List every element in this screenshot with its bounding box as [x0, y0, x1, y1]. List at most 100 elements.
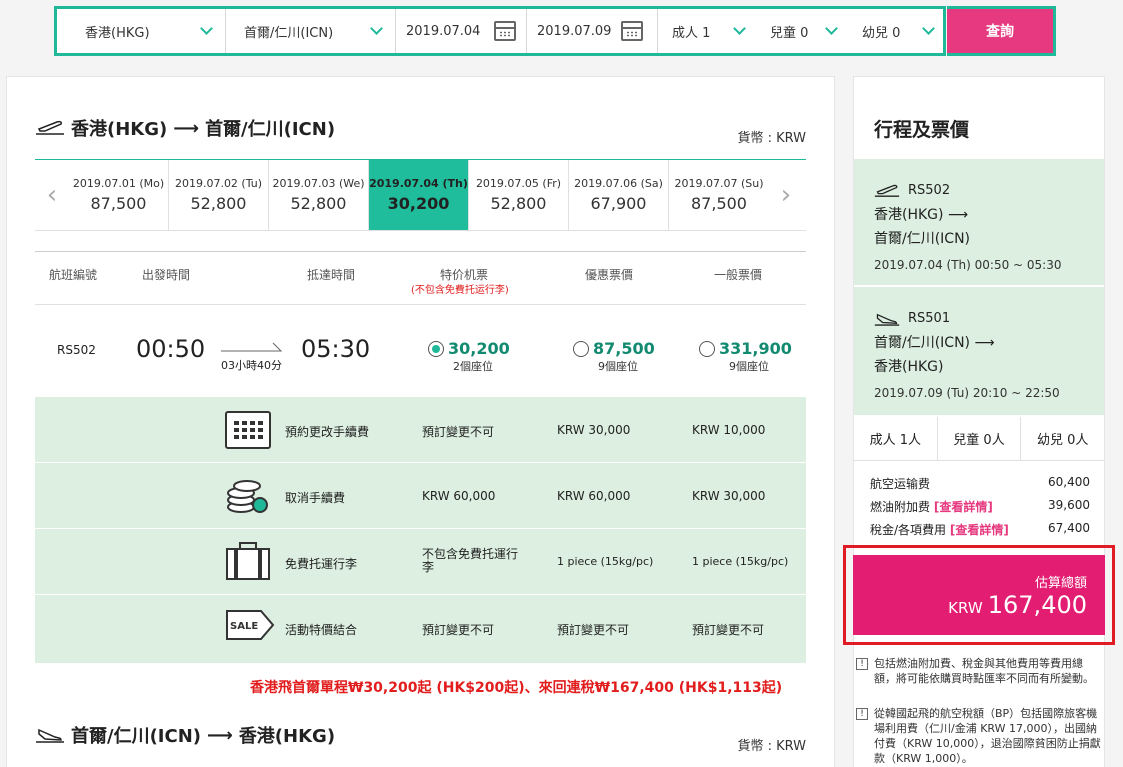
total-currency: KRW — [948, 598, 983, 617]
normal-fare-option[interactable]: 331,900 9個座位 — [699, 339, 809, 374]
col-normal-fare: 一般票價 — [714, 268, 763, 282]
normal-fare-radio[interactable] — [699, 340, 715, 357]
date-price: 52,800 — [290, 194, 347, 213]
depart-date-value: 2019.07.04 — [406, 23, 481, 39]
flight-number: RS502 — [57, 343, 96, 357]
date-price: 87,500 — [691, 194, 747, 213]
outbound-route-title: 香港(HKG) ⟶ 首爾/仁川(ICN) — [35, 115, 335, 141]
next-dates-arrow-icon[interactable]: › — [769, 160, 803, 230]
discount-fare-price: 87,500 — [593, 339, 655, 358]
discount-fare-radio[interactable] — [573, 340, 589, 357]
rule-special: 不包含免費托運行李 — [422, 547, 519, 574]
flight-table-header: 航班編號 出發時間 抵達時間 特价机票 (不包含免費托运行李) 優惠票價 一般票… — [35, 251, 806, 305]
luggage-icon — [225, 541, 271, 581]
infants-select[interactable]: 幼兒 0 — [844, 9, 943, 53]
takeoff-icon — [36, 120, 64, 135]
discount-fare-option[interactable]: 87,500 9個座位 — [573, 339, 683, 374]
date-label: 2019.07.06 (Sa) — [574, 177, 663, 190]
flight-row: RS502 00:50 03小時40分 05:30 30,200 2個座位 87… — [35, 305, 806, 397]
rule-normal: 1 piece (15kg/pc) — [692, 555, 789, 568]
search-button[interactable]: 查詢 — [947, 6, 1056, 56]
route-arrow-icon: ⟶ — [173, 117, 200, 139]
special-fare-option[interactable]: 30,200 2個座位 — [428, 339, 538, 374]
col-special-fare-note: (不包含免費托运行李) — [411, 285, 509, 296]
fare-rules-table: 預約更改手續費 預訂變更不可 KRW 30,000 KRW 10,000 取消手… — [35, 397, 806, 663]
date-price: 87,500 — [90, 194, 147, 213]
return-route-title: 首爾/仁川(ICN) ⟶ 香港(HKG) — [35, 722, 335, 748]
search-bar: 香港(HKG) 首爾/仁川(ICN) 2019.07.04 2019.07.09… — [54, 6, 946, 56]
rule-name: 取消手續費 — [285, 491, 346, 505]
fee-details-link[interactable]: [查看詳情] — [934, 500, 993, 514]
fee-line: 航空运输费 60,400 — [870, 475, 1090, 498]
destination-value: 首爾/仁川(ICN) — [244, 25, 334, 41]
rule-discount: 1 piece (15kg/pc) — [557, 555, 654, 568]
origin-select[interactable]: 香港(HKG) — [57, 9, 226, 53]
return-date-value: 2019.07.09 — [537, 23, 612, 39]
date-label: 2019.07.07 (Su) — [674, 177, 764, 190]
normal-fare-seats: 9個座位 — [729, 360, 769, 373]
date-label: 2019.07.02 (Tu) — [174, 177, 263, 190]
col-arrival-time: 抵達時間 — [307, 268, 356, 282]
route-destination: 首爾/仁川(ICN) — [205, 119, 336, 140]
date-option[interactable]: 2019.07.07 (Su) 87,500 — [669, 160, 769, 230]
return-date-field[interactable]: 2019.07.09 — [527, 9, 658, 53]
fee-value: 67,400 — [1048, 521, 1090, 535]
date-option[interactable]: 2019.07.01 (Mo) 87,500 — [69, 160, 169, 230]
col-flight-number: 航班編號 — [49, 268, 98, 282]
route-arrow-icon: ⟶ — [974, 335, 995, 351]
leg-datetime: 2019.07.04 (Th) 00:50 ~ 05:30 — [874, 258, 1062, 272]
children-select[interactable]: 兒童 0 — [752, 9, 844, 53]
date-selector: ‹ 2019.07.01 (Mo) 87,500 2019.07.02 (Tu) 5… — [35, 159, 806, 231]
leg-flight-number: RS501 — [908, 311, 951, 326]
sale-tag-icon: SALE — [225, 609, 275, 641]
landing-icon — [874, 313, 900, 326]
date-option[interactable]: 2019.07.02 (Tu) 52,800 — [169, 160, 269, 230]
discount-fare-seats: 9個座位 — [598, 360, 638, 373]
info-icon: ! — [856, 708, 868, 720]
fee-value: 39,600 — [1048, 498, 1090, 512]
col-discount-fare: 優惠票價 — [585, 268, 634, 282]
origin-value: 香港(HKG) — [85, 25, 150, 41]
fee-value: 60,400 — [1048, 475, 1090, 489]
return-destination: 香港(HKG) — [238, 726, 336, 747]
summary-leg-outbound: RS502 香港(HKG) ⟶ 首爾/仁川(ICN) 2019.07.04 (T… — [854, 159, 1104, 285]
date-price: 52,800 — [190, 194, 247, 213]
fee-label: 燃油附加费 — [870, 500, 931, 514]
total-price: 估算總額 KRW 167,400 — [853, 555, 1105, 635]
rule-special: 預訂變更不可 — [422, 425, 495, 439]
date-option[interactable]: 2019.07.05 (Fr) 52,800 — [469, 160, 569, 230]
adults-select[interactable]: 成人 1 — [658, 9, 752, 53]
rule-normal: KRW 30,000 — [692, 489, 766, 503]
date-option[interactable]: 2019.07.03 (We) 52,800 — [269, 160, 369, 230]
fee-details-link[interactable]: [查看詳情] — [950, 523, 1009, 537]
rule-discount: KRW 30,000 — [557, 423, 631, 437]
depart-date-field[interactable]: 2019.07.04 — [396, 9, 527, 53]
landing-icon — [36, 728, 64, 743]
prev-dates-arrow-icon[interactable]: ‹ — [35, 160, 69, 230]
special-fare-radio[interactable] — [428, 340, 444, 357]
passenger-counts: 成人 1人 兒童 0人 幼兒 0人 — [854, 417, 1104, 461]
date-option[interactable]: 2019.07.06 (Sa) 67,900 — [569, 160, 669, 230]
col-departure-time: 出發時間 — [142, 268, 191, 282]
rule-normal: 預訂變更不可 — [692, 623, 765, 637]
rule-row: 取消手續費 KRW 60,000 KRW 60,000 KRW 30,000 — [35, 463, 806, 529]
date-price: 52,800 — [490, 194, 547, 213]
chevron-down-icon — [922, 22, 935, 35]
rule-special: KRW 60,000 — [422, 489, 496, 503]
children-value: 兒童 0 — [770, 25, 809, 41]
infants-value: 幼兒 0 — [862, 25, 901, 41]
leg-datetime: 2019.07.09 (Tu) 20:10 ~ 22:50 — [874, 386, 1060, 400]
date-option-selected[interactable]: 2019.07.04 (Th) 30,200 — [369, 160, 469, 230]
summary-leg-return: RS501 首爾/仁川(ICN) ⟶ 香港(HKG) 2019.07.09 (T… — [854, 287, 1104, 415]
destination-select[interactable]: 首爾/仁川(ICN) — [226, 9, 396, 53]
promo-text: 香港飛首爾單程₩30,200起 (HK$200起)、來回連稅₩167,400 (… — [250, 680, 783, 696]
takeoff-icon — [874, 184, 900, 197]
date-label: 2019.07.03 (We) — [272, 177, 365, 190]
flight-duration: 03小時40分 — [221, 359, 282, 372]
note-text: 包括燃油附加費、稅金與其他費用等費用總額，將可能依購買時點匯率不同而有所變動。 — [874, 657, 1094, 685]
coins-icon — [225, 477, 271, 515]
total-amount: 167,400 — [987, 590, 1087, 619]
rule-row: 預約更改手續費 預訂變更不可 KRW 30,000 KRW 10,000 — [35, 397, 806, 463]
rule-name: 活動特價結合 — [285, 623, 358, 637]
chevron-down-icon — [370, 22, 383, 35]
